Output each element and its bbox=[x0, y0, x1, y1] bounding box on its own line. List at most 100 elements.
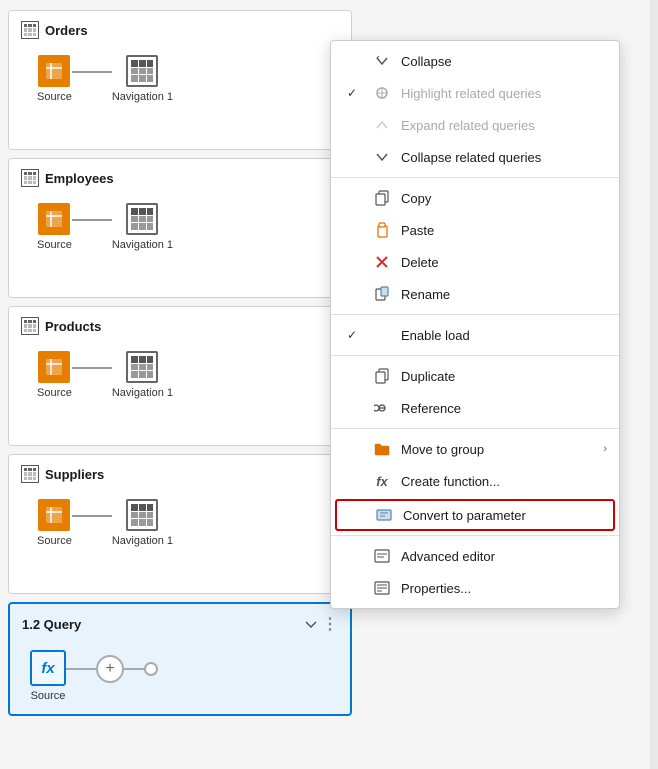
enable-load-label: Enable load bbox=[401, 328, 470, 343]
employees-source-label: Source bbox=[37, 239, 72, 251]
products-table-icon bbox=[21, 317, 39, 335]
query-panel: Orders Source Navigation 1 bbox=[0, 0, 360, 769]
separator-2 bbox=[331, 314, 619, 315]
delete-label: Delete bbox=[401, 255, 439, 270]
query12-card-title: 1.2 Query ⋮ bbox=[22, 614, 338, 634]
orders-source-node: Source bbox=[37, 55, 72, 103]
collapse-related-label: Collapse related queries bbox=[401, 150, 541, 165]
menu-item-reference[interactable]: Reference bbox=[331, 392, 619, 424]
properties-icon bbox=[373, 579, 391, 597]
query12-title-label: 1.2 Query bbox=[22, 617, 81, 632]
employees-table-icon bbox=[21, 169, 39, 187]
collapse-arrows-icon bbox=[304, 617, 318, 631]
suppliers-source-node: Source bbox=[37, 499, 72, 547]
delete-icon bbox=[373, 253, 391, 271]
reference-icon bbox=[373, 399, 391, 417]
rename-label: Rename bbox=[401, 287, 450, 302]
menu-item-move-to-group[interactable]: Move to group › bbox=[331, 433, 619, 465]
orders-nodes: Source Navigation 1 bbox=[21, 55, 339, 103]
suppliers-title-label: Suppliers bbox=[45, 467, 104, 482]
employees-nav-label: Navigation 1 bbox=[112, 239, 173, 251]
orders-card-title: Orders bbox=[21, 21, 339, 39]
copy-icon bbox=[373, 189, 391, 207]
suppliers-table-icon bbox=[21, 465, 39, 483]
canvas: Orders Source Navigation 1 bbox=[0, 0, 658, 769]
highlight-related-icon bbox=[373, 84, 391, 102]
suppliers-nav-node: Navigation 1 bbox=[112, 499, 173, 547]
menu-item-highlight-related[interactable]: ✓ Highlight related queries bbox=[331, 77, 619, 109]
separator-3 bbox=[331, 355, 619, 356]
highlight-check: ✓ bbox=[347, 86, 363, 100]
products-source-icon bbox=[38, 351, 70, 383]
products-title-label: Products bbox=[45, 319, 101, 334]
employees-nodes: Source Navigation 1 bbox=[21, 203, 339, 251]
expand-related-label: Expand related queries bbox=[401, 118, 535, 133]
suppliers-nodes: Source Navigation 1 bbox=[21, 499, 339, 547]
employees-card[interactable]: Employees Source Navigation 1 bbox=[8, 158, 352, 298]
products-card[interactable]: Products Source Navigation 1 bbox=[8, 306, 352, 446]
scrollbar[interactable] bbox=[650, 0, 658, 769]
menu-item-properties[interactable]: Properties... bbox=[331, 572, 619, 604]
orders-nav-label: Navigation 1 bbox=[112, 91, 173, 103]
highlight-related-label: Highlight related queries bbox=[401, 86, 541, 101]
employees-source-icon bbox=[38, 203, 70, 235]
collapse-related-icon bbox=[373, 148, 391, 166]
menu-item-collapse[interactable]: Collapse bbox=[331, 45, 619, 77]
menu-item-convert-to-parameter[interactable]: Convert to parameter bbox=[335, 499, 615, 531]
employees-nav-icon bbox=[126, 203, 158, 235]
products-card-title: Products bbox=[21, 317, 339, 335]
menu-item-expand-related[interactable]: Expand related queries bbox=[331, 109, 619, 141]
menu-item-duplicate[interactable]: Duplicate bbox=[331, 360, 619, 392]
enable-load-check: ✓ bbox=[347, 328, 363, 342]
suppliers-card-title: Suppliers bbox=[21, 465, 339, 483]
query12-fx-node: fx Source bbox=[30, 650, 66, 702]
rename-icon bbox=[373, 285, 391, 303]
products-nav-icon bbox=[126, 351, 158, 383]
query12-connector1 bbox=[66, 668, 96, 670]
suppliers-nav-label: Navigation 1 bbox=[112, 535, 173, 547]
menu-item-advanced-editor[interactable]: Advanced editor bbox=[331, 540, 619, 572]
query12-source-label: Source bbox=[31, 690, 66, 702]
menu-item-create-function[interactable]: fx Create function... bbox=[331, 465, 619, 497]
query12-nodes: fx Source + bbox=[22, 650, 338, 702]
paste-icon bbox=[373, 221, 391, 239]
menu-item-delete[interactable]: Delete bbox=[331, 246, 619, 278]
kebab-icon[interactable]: ⋮ bbox=[322, 614, 338, 634]
employees-title-label: Employees bbox=[45, 171, 114, 186]
employees-source-node: Source bbox=[37, 203, 72, 251]
separator-5 bbox=[331, 535, 619, 536]
menu-item-collapse-related[interactable]: Collapse related queries bbox=[331, 141, 619, 173]
duplicate-icon bbox=[373, 367, 391, 385]
separator-4 bbox=[331, 428, 619, 429]
menu-item-paste[interactable]: Paste bbox=[331, 214, 619, 246]
orders-connector bbox=[72, 71, 112, 73]
employees-card-title: Employees bbox=[21, 169, 339, 187]
employees-connector bbox=[72, 219, 112, 221]
orders-nav-icon bbox=[126, 55, 158, 87]
query12-fx-icon: fx bbox=[30, 650, 66, 686]
menu-item-rename[interactable]: Rename bbox=[331, 278, 619, 310]
products-nodes: Source Navigation 1 bbox=[21, 351, 339, 399]
orders-title-label: Orders bbox=[45, 23, 88, 38]
orders-source-label: Source bbox=[37, 91, 72, 103]
query12-connector2 bbox=[124, 668, 144, 670]
suppliers-source-icon bbox=[38, 499, 70, 531]
copy-label: Copy bbox=[401, 191, 431, 206]
orders-card[interactable]: Orders Source Navigation 1 bbox=[8, 10, 352, 150]
convert-icon bbox=[375, 506, 393, 524]
menu-item-copy[interactable]: Copy bbox=[331, 182, 619, 214]
products-nav-node: Navigation 1 bbox=[112, 351, 173, 399]
collapse-icon bbox=[373, 52, 391, 70]
advanced-editor-label: Advanced editor bbox=[401, 549, 495, 564]
reference-label: Reference bbox=[401, 401, 461, 416]
query12-plus-icon[interactable]: + bbox=[96, 655, 124, 683]
products-nav-label: Navigation 1 bbox=[112, 387, 173, 399]
orders-source-icon bbox=[38, 55, 70, 87]
editor-icon bbox=[373, 547, 391, 565]
employees-nav-node: Navigation 1 bbox=[112, 203, 173, 251]
move-to-group-label: Move to group bbox=[401, 442, 484, 457]
query12-card[interactable]: 1.2 Query ⋮ fx Source + bbox=[8, 602, 352, 716]
menu-item-enable-load[interactable]: ✓ Enable load bbox=[331, 319, 619, 351]
suppliers-card[interactable]: Suppliers Source Navigation 1 bbox=[8, 454, 352, 594]
products-connector bbox=[72, 367, 112, 369]
